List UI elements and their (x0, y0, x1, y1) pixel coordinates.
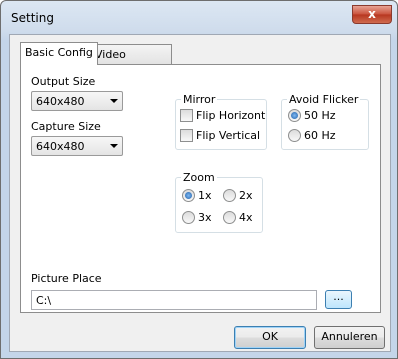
chevron-down-icon (110, 99, 118, 103)
picture-place-input[interactable] (32, 291, 316, 309)
avoid-flicker-group: Avoid Flicker 50 Hz 60 Hz (281, 93, 369, 150)
capture-size-select[interactable]: 640x480 (31, 136, 123, 156)
close-icon: x (368, 7, 376, 21)
flip-horizontal-checkbox[interactable] (180, 109, 193, 122)
flip-vertical-label: Flip Vertical (196, 129, 261, 142)
zoom-4x-label: 4x (239, 211, 253, 224)
tab-video-setting[interactable]: Video Setting (90, 44, 172, 80)
zoom-3x-radio[interactable] (182, 211, 195, 224)
close-button[interactable]: x (352, 5, 392, 24)
zoom-3x-label: 3x (198, 211, 212, 224)
flip-horizontal-label: Flip Horizont (196, 109, 266, 122)
output-size-value: 640x480 (36, 95, 85, 108)
tab-basic-config[interactable]: Basic Config (20, 42, 98, 65)
window-title: Setting (11, 11, 54, 25)
picture-place-field[interactable] (31, 290, 317, 310)
mirror-group-title: Mirror (181, 93, 218, 106)
zoom-2x-label: 2x (239, 189, 253, 202)
chevron-down-icon (110, 144, 118, 148)
ok-button[interactable]: OK (234, 326, 306, 349)
zoom-4x-radio[interactable] (223, 211, 236, 224)
avoid-flicker-group-title: Avoid Flicker (287, 93, 361, 106)
output-size-select[interactable]: 640x480 (31, 91, 123, 111)
flicker-60hz-label: 60 Hz (304, 129, 336, 142)
title-bar[interactable]: Setting x (1, 1, 397, 35)
dialog-client-area: Basic Config Video Setting Output Size 6… (9, 34, 391, 352)
zoom-2x-radio[interactable] (223, 189, 236, 202)
capture-size-label: Capture Size (31, 120, 101, 133)
capture-size-value: 640x480 (36, 140, 85, 153)
settings-dialog: Setting x Basic Config Video Setting Out… (0, 0, 398, 359)
mirror-group: Mirror Flip Horizont Flip Vertical (175, 93, 267, 150)
basic-config-panel: Output Size 640x480 Capture Size 640x480… (20, 64, 381, 313)
picture-place-label: Picture Place (31, 272, 102, 285)
zoom-1x-radio[interactable] (182, 189, 195, 202)
cancel-button[interactable]: Annuleren (314, 326, 385, 349)
zoom-group: Zoom 1x 2x 3x 4x (175, 171, 263, 233)
flicker-50hz-label: 50 Hz (304, 109, 336, 122)
flicker-60hz-radio[interactable] (288, 129, 301, 142)
zoom-1x-label: 1x (198, 189, 212, 202)
cancel-button-label: Annuleren (321, 330, 378, 343)
ellipsis-icon: ... (333, 290, 344, 303)
output-size-label: Output Size (31, 75, 96, 88)
zoom-group-title: Zoom (181, 171, 217, 184)
flip-vertical-checkbox[interactable] (180, 129, 193, 142)
flicker-50hz-radio[interactable] (288, 109, 301, 122)
tab-label: Basic Config (25, 46, 93, 59)
ok-button-label: OK (262, 330, 278, 343)
browse-button[interactable]: ... (325, 290, 352, 309)
